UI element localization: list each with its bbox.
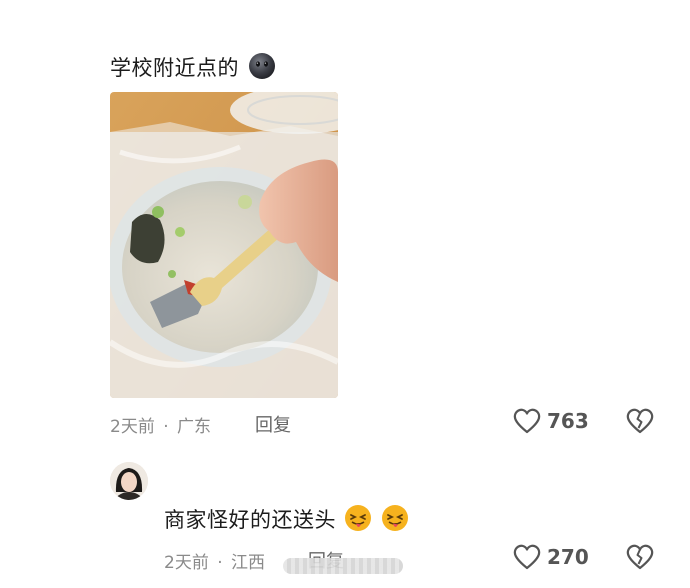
comment-2-meta: 2天前 · 江西: [164, 548, 265, 573]
comment-2-like-button[interactable]: 270: [512, 542, 589, 572]
porridge-photo-image: [110, 92, 338, 398]
comment-1-like-button[interactable]: 763: [512, 406, 589, 436]
comment-1-location: 广东: [177, 417, 212, 437]
comment-1-text: 学校附近点的: [110, 56, 239, 80]
comment-2-time: 2天前: [164, 553, 209, 573]
comment-2-dislike-button[interactable]: [625, 542, 655, 576]
comment-2-like-count: 270: [547, 545, 589, 569]
comment-2-text-row: 商家怪好的还送头: [164, 504, 410, 537]
watermark-overlay: [283, 558, 403, 574]
comment-2-location: 江西: [231, 553, 266, 573]
comment-1-like-count: 763: [547, 409, 589, 433]
comment-1-time: 2天前: [110, 417, 155, 437]
comment-1-reply-button[interactable]: 回复: [255, 411, 291, 437]
comment-1-text-row: 学校附近点的: [110, 52, 276, 85]
heart-outline-icon: [512, 406, 542, 436]
user-avatar-image: [110, 462, 148, 500]
comment-1-photo[interactable]: [110, 92, 338, 398]
comment-1-meta: 2天前 · 广东: [110, 412, 211, 437]
comment-2-avatar[interactable]: [110, 462, 148, 500]
comment-2-text: 商家怪好的还送头: [164, 508, 336, 532]
comment-1-dislike-button[interactable]: [625, 406, 655, 440]
tongue-wink-emoji-icon: [343, 504, 373, 537]
broken-heart-icon: [625, 542, 655, 576]
heart-outline-icon: [512, 542, 542, 572]
meta-separator: ·: [163, 417, 169, 437]
meta-separator: ·: [217, 553, 223, 573]
tongue-wink-emoji-icon: [380, 504, 410, 537]
dark-face-emoji-icon: [248, 52, 276, 85]
broken-heart-icon: [625, 406, 655, 440]
